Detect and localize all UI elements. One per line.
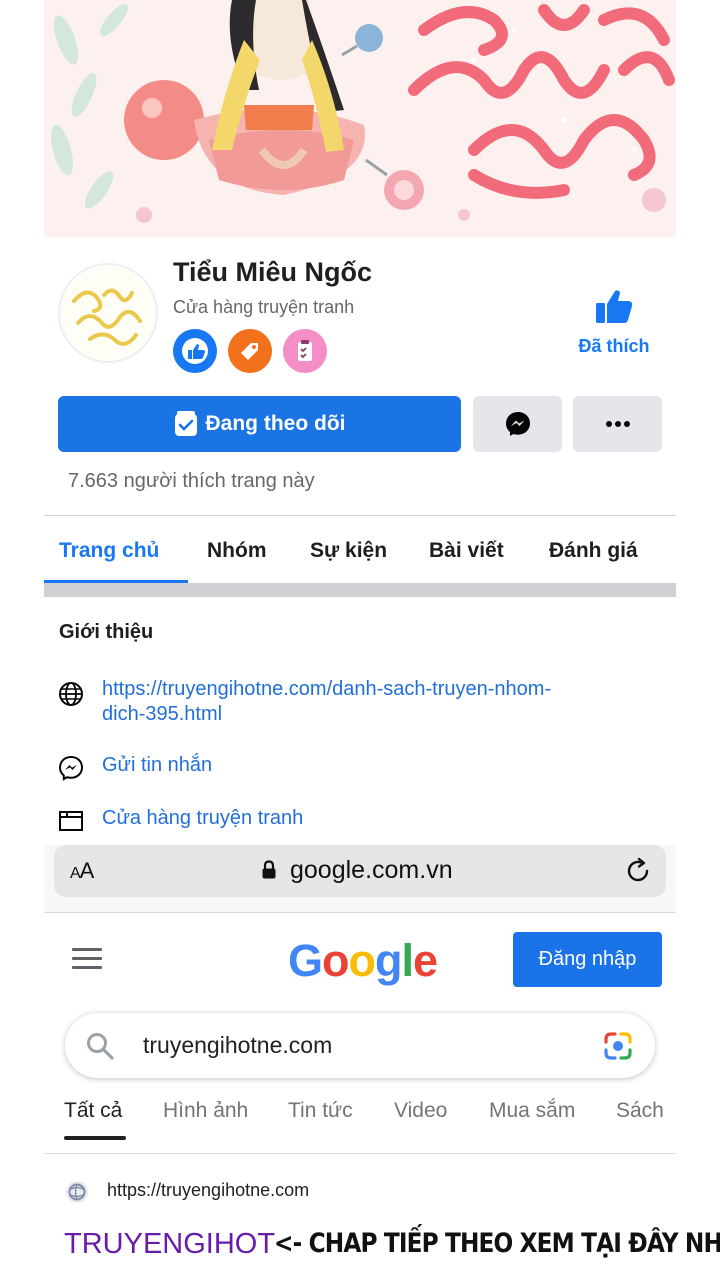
tag-badge-icon[interactable]	[228, 329, 272, 373]
tab-images[interactable]: Hình ảnh	[163, 1099, 248, 1123]
search-box[interactable]: truyengihotne.com	[65, 1013, 655, 1078]
logo-letter-o2: o	[348, 935, 376, 986]
google-logo[interactable]: Google	[288, 935, 438, 987]
active-search-tab-indicator	[64, 1136, 126, 1140]
page-avatar[interactable]	[58, 263, 158, 363]
logo-letter-o1: o	[322, 935, 349, 986]
cover-photo[interactable]	[44, 0, 676, 237]
category-link[interactable]: Cửa hàng truyện tranh	[102, 806, 303, 831]
more-options-button[interactable]	[573, 396, 662, 452]
search-tabs: Tất cả Hình ảnh Tin tức Video Mua sắm Sá…	[44, 1099, 676, 1140]
following-label: Đang theo dõi	[205, 412, 346, 435]
cover-illustration	[44, 0, 676, 237]
url-text[interactable]: google.com.vn	[290, 856, 453, 885]
text-size-button[interactable]: AA	[70, 858, 94, 884]
section-separator	[44, 583, 676, 597]
liked-button[interactable]: Đã thích	[564, 287, 664, 362]
logo-letter-e: e	[413, 935, 438, 986]
logo-letter-l: l	[401, 935, 414, 986]
results-divider	[44, 1153, 676, 1154]
globe-icon	[59, 682, 83, 706]
tab-news[interactable]: Tin tức	[288, 1099, 353, 1123]
following-check-icon	[174, 411, 197, 436]
tab-nhom[interactable]: Nhóm	[207, 517, 267, 583]
messenger-icon	[505, 412, 530, 436]
messenger-outline-icon	[58, 755, 84, 781]
address-bar[interactable]: AA google.com.vn	[54, 845, 666, 897]
tab-books[interactable]: Sách	[616, 1099, 664, 1123]
intro-section: Giới thiệu https://truyengihotne.com/dan…	[44, 597, 676, 845]
result-title-link[interactable]: TRUYENGIHOT	[64, 1228, 275, 1261]
send-message-link[interactable]: Gửi tin nhắn	[102, 753, 212, 778]
shop-icon	[59, 811, 83, 831]
likes-count[interactable]: 7.663 người thích trang này	[68, 470, 315, 493]
result-url[interactable]: https://truyengihotne.com	[107, 1180, 309, 1201]
sign-in-button[interactable]: Đăng nhập	[513, 932, 662, 987]
lock-icon	[262, 860, 276, 879]
page-title: Tiểu Miêu Ngốc	[173, 257, 373, 287]
tab-shopping[interactable]: Mua sắm	[489, 1099, 575, 1123]
reload-icon[interactable]	[624, 857, 652, 885]
overlay-caption: <- CHAP TIẾP THEO XEM TẠI ĐÂY NHA	[274, 1228, 720, 1259]
search-input[interactable]: truyengihotne.com	[143, 1032, 332, 1059]
google-page: Google Đăng nhập truyengihotne.com Tất c…	[44, 913, 720, 1277]
tab-su-kien[interactable]: Sự kiện	[310, 517, 387, 583]
intro-title: Giới thiệu	[59, 621, 154, 643]
more-dots-icon	[605, 421, 630, 427]
page-logo	[60, 265, 156, 361]
checklist-badge-icon[interactable]	[283, 329, 327, 373]
following-button[interactable]: Đang theo dõi	[58, 396, 461, 452]
search-icon	[87, 1033, 114, 1060]
tab-all[interactable]: Tất cả	[64, 1099, 122, 1123]
tab-trang-chu[interactable]: Trang chủ	[59, 517, 159, 583]
liked-label: Đã thích	[578, 336, 650, 356]
website-link-line2: dich-395.html	[102, 703, 223, 725]
tab-video[interactable]: Video	[394, 1099, 447, 1123]
page-tabs: Trang chủ Nhóm Sự kiện Bài viết Đánh giá	[44, 517, 676, 583]
header-divider	[44, 515, 676, 516]
messenger-button[interactable]	[473, 396, 562, 452]
tab-bai-viet[interactable]: Bài viết	[429, 517, 504, 583]
like-badge-icon[interactable]	[173, 329, 217, 373]
logo-letter-g: G	[288, 935, 323, 986]
browser-toolbar: AA google.com.vn	[44, 845, 676, 913]
website-link[interactable]: https://truyengihotne.com/danh-sach-truy…	[102, 677, 551, 727]
google-lens-icon[interactable]	[602, 1030, 634, 1062]
menu-icon[interactable]	[72, 948, 102, 970]
website-link-line1: https://truyengihotne.com/danh-sach-truy…	[102, 678, 552, 700]
tab-danh-gia[interactable]: Đánh giá	[549, 517, 638, 583]
thumbs-up-icon	[596, 290, 633, 323]
page-category[interactable]: Cửa hàng truyện tranh	[173, 297, 354, 318]
logo-letter-g2: g	[375, 935, 402, 986]
page-header: Tiểu Miêu Ngốc Cửa hàng truyện tranh Đã …	[44, 237, 676, 597]
result-favicon-icon	[66, 1181, 88, 1203]
